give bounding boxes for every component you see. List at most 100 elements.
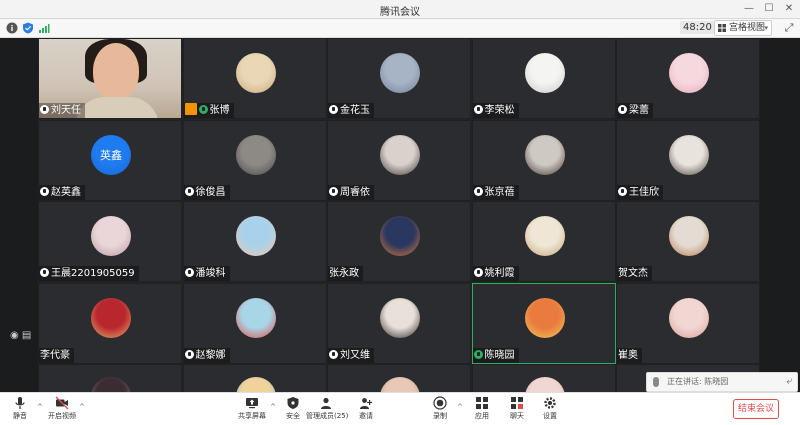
- avatar-initials: 英鑫: [100, 148, 122, 162]
- microphone-icon: [15, 397, 25, 409]
- camera-off-icon: [55, 396, 69, 410]
- share-screen-button[interactable]: 共享屏幕: [232, 395, 272, 425]
- record-icon: [433, 396, 447, 410]
- avatar: [524, 297, 565, 338]
- fullscreen-icon[interactable]: ⤢: [783, 22, 795, 34]
- participant-name-tag: 王晨2201905059: [39, 266, 139, 281]
- view-mode-dropdown[interactable]: 宫格视图 ▾: [714, 20, 772, 36]
- participant-name: 梁蕾: [629, 105, 649, 116]
- participant-tile[interactable]: 刘又维: [327, 282, 471, 364]
- avatar: [669, 53, 709, 93]
- mic-status-icon: [618, 186, 627, 196]
- record-button[interactable]: 录制: [420, 395, 460, 425]
- maximize-button[interactable]: ☐: [761, 2, 777, 16]
- share-screen-icon: [246, 398, 258, 409]
- video-button[interactable]: 开启视频: [42, 395, 82, 425]
- mic-status-icon: [40, 186, 49, 196]
- participant-name: 李代豪: [40, 349, 70, 361]
- participant-name-tag: 贺文杰: [617, 266, 652, 281]
- participant-tile[interactable]: 徐俊昌: [182, 119, 327, 201]
- chat-preview[interactable]: 正在讲话: 陈晓园 ⤶: [646, 372, 798, 392]
- participant-tile[interactable]: 王晨2201905059: [38, 201, 182, 282]
- apps-button[interactable]: 应用: [462, 395, 502, 425]
- participant-tile[interactable]: 梁蕾: [616, 38, 760, 119]
- participant-tile[interactable]: 潘竣科: [182, 201, 327, 282]
- camera-switch-icon[interactable]: ◉: [10, 330, 19, 341]
- settings-button[interactable]: 设置: [530, 395, 570, 425]
- participant-name: 崔奥: [618, 349, 638, 361]
- participant-tile[interactable]: 王佳欣: [616, 119, 760, 201]
- avatar: [524, 134, 565, 175]
- participant-name: 潘竣科: [195, 268, 226, 279]
- participant-name: 周睿依: [340, 186, 370, 198]
- participant-name-tag: 李荣松: [472, 103, 519, 118]
- participant-name: 刘又维: [340, 349, 370, 361]
- participant-tile[interactable]: [327, 364, 471, 394]
- participant-tile[interactable]: 张博: [182, 38, 327, 119]
- apps-label: 应用: [475, 412, 489, 420]
- members-label: 管理成员(25): [306, 412, 349, 420]
- participant-tile[interactable]: 刘天任: [38, 38, 182, 119]
- host-badge-icon: [184, 103, 197, 115]
- shield-icon[interactable]: [22, 22, 34, 34]
- avatar: [669, 216, 709, 256]
- participant-tile[interactable]: 崔奥: [616, 282, 760, 364]
- participant-name: 赵英鑫: [51, 186, 81, 198]
- info-icon[interactable]: [6, 22, 18, 34]
- video-label: 开启视频: [48, 412, 76, 420]
- participant-name-tag: 徐俊昌: [183, 184, 230, 200]
- participant-name: 贺文杰: [618, 268, 648, 279]
- mic-status-icon: [473, 268, 483, 277]
- grid-view-icon: [718, 24, 726, 32]
- manage-members-button[interactable]: 管理成员(25): [306, 395, 349, 425]
- participant-name-tag: 刘天任: [39, 103, 85, 118]
- participant-name: 金花玉: [340, 105, 370, 116]
- participant-tile[interactable]: 姚利霞: [471, 201, 616, 282]
- participant-name-tag: 陈晓园: [472, 347, 519, 363]
- participant-tile[interactable]: 陈晓园: [471, 282, 616, 364]
- floating-controls[interactable]: ◉ ▤: [10, 330, 38, 346]
- participant-name: 陈晓园: [484, 349, 515, 361]
- view-mode-label: 宫格视图: [729, 23, 766, 33]
- close-button[interactable]: ✕: [781, 2, 797, 16]
- mute-button[interactable]: 静音: [0, 395, 40, 425]
- video-options-chevron-icon[interactable]: ^: [79, 403, 85, 411]
- participant-name: 赵黎娜: [195, 349, 226, 361]
- avatar: [380, 297, 420, 338]
- participant-tile[interactable]: 张京蓓: [471, 119, 616, 201]
- invite-button[interactable]: 邀请: [346, 395, 386, 425]
- meeting-timer: 48:20: [680, 21, 715, 34]
- minimize-button[interactable]: —: [741, 2, 757, 16]
- end-meeting-button[interactable]: 结束会议: [733, 399, 779, 419]
- participant-tile[interactable]: 李荣松: [471, 38, 616, 119]
- participant-name-tag: 张永政: [328, 266, 363, 281]
- participant-tile[interactable]: 英鑫赵英鑫: [38, 119, 182, 201]
- participant-tile[interactable]: 金花玉: [327, 38, 471, 119]
- participant-name: 徐俊昌: [195, 186, 226, 198]
- participant-tile[interactable]: [182, 364, 327, 394]
- chat-bubble-icon[interactable]: ▤: [22, 330, 31, 341]
- invite-icon: [360, 398, 373, 409]
- share-label: 共享屏幕: [238, 412, 266, 420]
- mic-status-icon: [40, 105, 49, 114]
- avatar: [524, 53, 565, 93]
- avatar: [91, 297, 131, 338]
- invite-label: 邀请: [359, 412, 373, 420]
- participant-tile[interactable]: 周睿依: [327, 119, 471, 201]
- signal-icon[interactable]: [38, 22, 50, 34]
- window-title: 腾讯会议: [380, 7, 420, 18]
- participant-tile[interactable]: 贺文杰: [616, 201, 760, 282]
- avatar: [235, 53, 276, 93]
- avatar: [380, 53, 420, 93]
- mic-status-icon: [618, 105, 627, 114]
- participant-tile[interactable]: 赵黎娜: [182, 282, 327, 364]
- mute-label: 静音: [13, 412, 27, 420]
- participant-tile[interactable]: 张永政: [327, 201, 471, 282]
- participant-tile[interactable]: 李代豪: [38, 282, 182, 364]
- mic-status-icon: [184, 186, 194, 196]
- participant-tile[interactable]: [471, 364, 616, 394]
- participant-tile[interactable]: [38, 364, 182, 394]
- security-shield-icon: [287, 397, 299, 409]
- collapse-icon[interactable]: ⤶: [786, 373, 792, 391]
- chevron-down-icon: ▾: [764, 24, 768, 32]
